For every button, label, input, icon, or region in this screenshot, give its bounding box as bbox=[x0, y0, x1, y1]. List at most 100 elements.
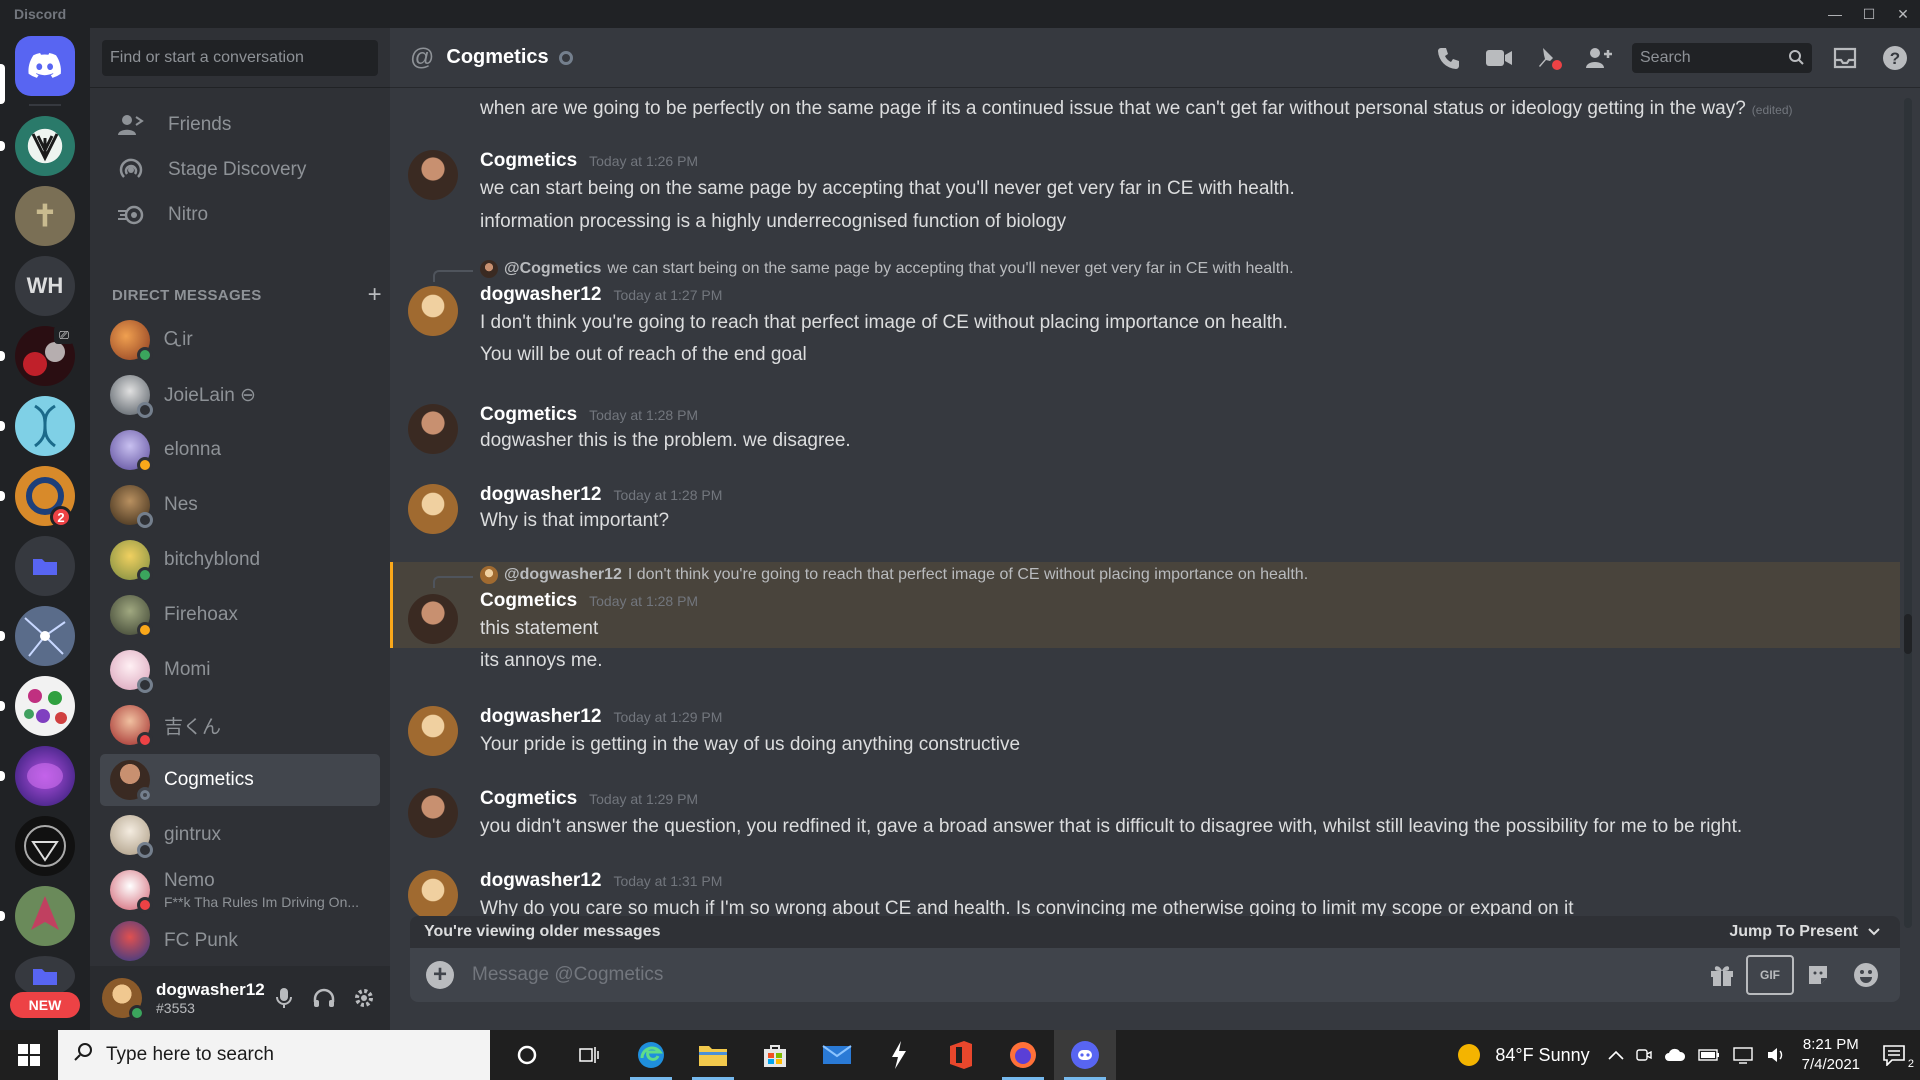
microphone-icon[interactable] bbox=[264, 978, 304, 1018]
server-icon-11[interactable] bbox=[15, 816, 75, 876]
author-name[interactable]: Cogmetics bbox=[480, 404, 577, 426]
new-unreads-button[interactable]: NEW bbox=[10, 992, 80, 1018]
firefox-app[interactable] bbox=[992, 1030, 1054, 1080]
gif-picker-button[interactable]: GIF bbox=[1746, 955, 1794, 995]
author-avatar[interactable] bbox=[408, 870, 458, 920]
server-icon-9[interactable] bbox=[15, 676, 75, 736]
author-avatar[interactable] bbox=[408, 706, 458, 756]
dm-item[interactable]: Firehoax bbox=[100, 589, 380, 641]
dm-item[interactable]: 吉くん bbox=[100, 699, 380, 751]
author-avatar[interactable] bbox=[408, 484, 458, 534]
author-name[interactable]: Cogmetics bbox=[480, 788, 577, 810]
inbox-icon[interactable] bbox=[1820, 38, 1870, 78]
dm-item[interactable]: bitchyblond bbox=[100, 534, 380, 586]
store-app[interactable] bbox=[744, 1030, 806, 1080]
author-name[interactable]: dogwasher12 bbox=[480, 870, 601, 892]
close-button[interactable]: ✕ bbox=[1886, 0, 1920, 28]
server-icon-2[interactable]: ✝ bbox=[15, 186, 75, 246]
server-folder[interactable] bbox=[15, 536, 75, 596]
server-icon-8[interactable] bbox=[15, 606, 75, 666]
message-search-input[interactable]: Search bbox=[1632, 43, 1812, 73]
reply-avatar bbox=[480, 260, 498, 278]
office-app[interactable] bbox=[930, 1030, 992, 1080]
server-icon-wh[interactable]: WH bbox=[15, 256, 75, 316]
voice-call-icon[interactable] bbox=[1424, 38, 1474, 78]
author-avatar[interactable] bbox=[408, 150, 458, 200]
reply-reference[interactable]: @Cogmetics we can start being on the sam… bbox=[480, 260, 1294, 278]
author-name[interactable]: Cogmetics bbox=[480, 150, 577, 172]
server-icon-12[interactable] bbox=[15, 886, 75, 946]
headphones-icon[interactable] bbox=[304, 978, 344, 1018]
nav-friends[interactable]: Friends bbox=[100, 100, 380, 150]
dm-item[interactable]: gintrux bbox=[100, 809, 380, 861]
weather-sun-icon[interactable] bbox=[1457, 1043, 1481, 1067]
dm-item[interactable]: FC Punk bbox=[100, 919, 380, 963]
task-view-button[interactable] bbox=[558, 1030, 620, 1080]
author-avatar[interactable] bbox=[408, 286, 458, 336]
server-icon-5[interactable] bbox=[15, 396, 75, 456]
dm-item[interactable]: Momi bbox=[100, 644, 380, 696]
taskbar-search-input[interactable]: Type here to search bbox=[58, 1030, 490, 1080]
pinned-messages-icon[interactable] bbox=[1524, 38, 1574, 78]
battery-icon[interactable] bbox=[1697, 1049, 1720, 1061]
dm-item[interactable]: Ꮹir bbox=[100, 314, 380, 366]
bolt-app[interactable] bbox=[868, 1030, 930, 1080]
trident-icon bbox=[31, 133, 59, 162]
cortana-button[interactable] bbox=[496, 1030, 558, 1080]
nav-label: Friends bbox=[168, 114, 232, 135]
create-dm-plus-icon[interactable]: + bbox=[368, 281, 382, 309]
sticker-icon[interactable] bbox=[1794, 955, 1842, 995]
emoji-icon[interactable] bbox=[1842, 955, 1890, 995]
message-input[interactable]: Message @Cogmetics bbox=[472, 964, 663, 986]
message-composer[interactable]: + Message @Cogmetics GIF bbox=[410, 948, 1900, 1002]
find-conversation-input[interactable]: Find or start a conversation bbox=[102, 40, 378, 76]
author-name[interactable]: dogwasher12 bbox=[480, 706, 601, 728]
action-center-icon[interactable]: 2 bbox=[1882, 1044, 1914, 1070]
author-avatar[interactable] bbox=[408, 788, 458, 838]
unread-pill bbox=[0, 491, 5, 501]
minimize-button[interactable]: — bbox=[1818, 0, 1852, 28]
author-avatar[interactable] bbox=[408, 594, 458, 644]
nav-nitro[interactable]: Nitro bbox=[100, 190, 380, 240]
dm-item[interactable]: Nemo F**k Tha Rules Im Driving On... bbox=[100, 864, 380, 916]
help-icon[interactable]: ? bbox=[1870, 38, 1920, 78]
video-call-icon[interactable] bbox=[1474, 38, 1524, 78]
scrollbar-track[interactable] bbox=[1904, 98, 1912, 928]
jump-to-present-button[interactable]: Jump To Present bbox=[1729, 923, 1880, 941]
server-icon-10[interactable] bbox=[15, 746, 75, 806]
folder-icon bbox=[33, 559, 57, 575]
start-button[interactable] bbox=[0, 1030, 58, 1080]
reply-reference[interactable]: @dogwasher12 I don't think you're going … bbox=[480, 566, 1308, 584]
chevron-up-icon[interactable] bbox=[1608, 1050, 1624, 1060]
dm-item[interactable]: JoieLain ⊖ bbox=[100, 369, 380, 421]
edge-app[interactable] bbox=[620, 1030, 682, 1080]
dm-item[interactable]: Nes bbox=[100, 479, 380, 531]
dm-item-active[interactable]: Cogmetics bbox=[100, 754, 380, 806]
discord-app[interactable] bbox=[1054, 1030, 1116, 1080]
author-name[interactable]: dogwasher12 bbox=[480, 484, 601, 506]
volume-icon[interactable] bbox=[1766, 1046, 1786, 1064]
maximize-button[interactable]: ☐ bbox=[1852, 0, 1886, 28]
clock[interactable]: 8:21 PM 7/4/2021 bbox=[1802, 1035, 1860, 1075]
upload-plus-icon[interactable]: + bbox=[426, 961, 454, 989]
weather-text[interactable]: 84°F Sunny bbox=[1495, 1045, 1589, 1066]
author-name[interactable]: dogwasher12 bbox=[480, 284, 601, 306]
author-avatar[interactable] bbox=[408, 404, 458, 454]
user-avatar[interactable] bbox=[102, 978, 145, 1021]
network-icon[interactable] bbox=[1732, 1046, 1754, 1064]
file-explorer-app[interactable] bbox=[682, 1030, 744, 1080]
server-icon-1[interactable] bbox=[15, 116, 75, 176]
status-dnd-icon bbox=[137, 732, 153, 748]
mail-app[interactable] bbox=[806, 1030, 868, 1080]
gift-icon[interactable] bbox=[1698, 955, 1746, 995]
dm-item[interactable]: elonna bbox=[100, 424, 380, 476]
discord-home-button[interactable] bbox=[15, 36, 75, 96]
onedrive-cloud-icon[interactable] bbox=[1664, 1048, 1686, 1062]
nav-stage-discovery[interactable]: Stage Discovery bbox=[100, 145, 380, 195]
scrollbar-thumb[interactable] bbox=[1904, 614, 1912, 654]
settings-gear-icon[interactable] bbox=[344, 978, 384, 1018]
add-friend-to-dm-icon[interactable] bbox=[1574, 38, 1624, 78]
author-name[interactable]: Cogmetics bbox=[480, 590, 577, 612]
server-folder-2[interactable] bbox=[15, 956, 75, 996]
meet-now-icon[interactable] bbox=[1635, 1047, 1652, 1063]
